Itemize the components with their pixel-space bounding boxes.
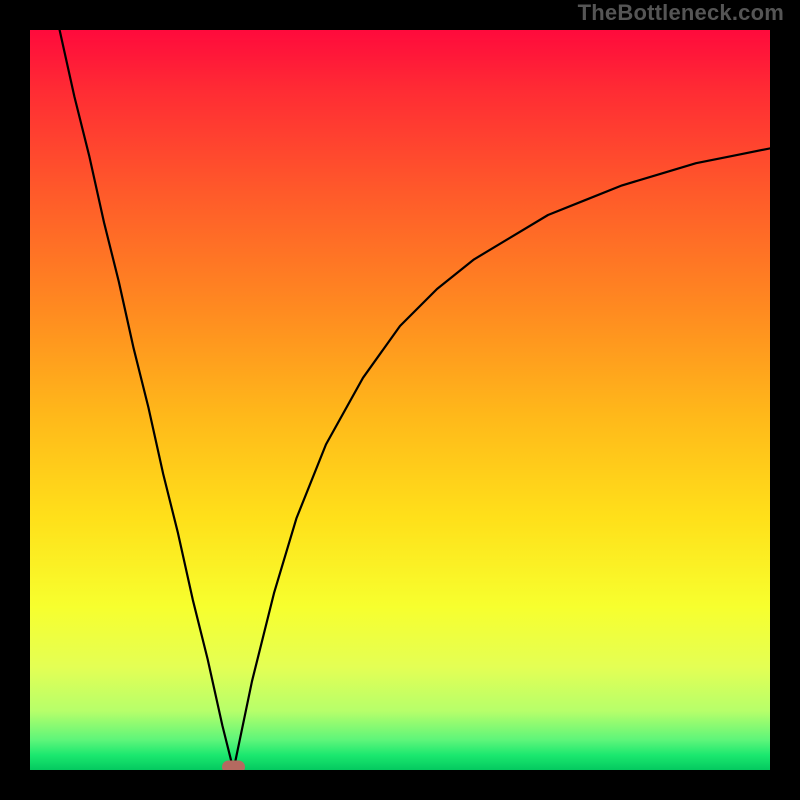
chart-svg	[30, 30, 770, 770]
watermark-text: TheBottleneck.com	[578, 0, 784, 26]
curve-left-branch	[60, 30, 234, 770]
chart-frame: TheBottleneck.com	[0, 0, 800, 800]
plot-area	[30, 30, 770, 770]
minimum-marker	[223, 761, 245, 770]
curve-right-branch	[234, 148, 771, 770]
